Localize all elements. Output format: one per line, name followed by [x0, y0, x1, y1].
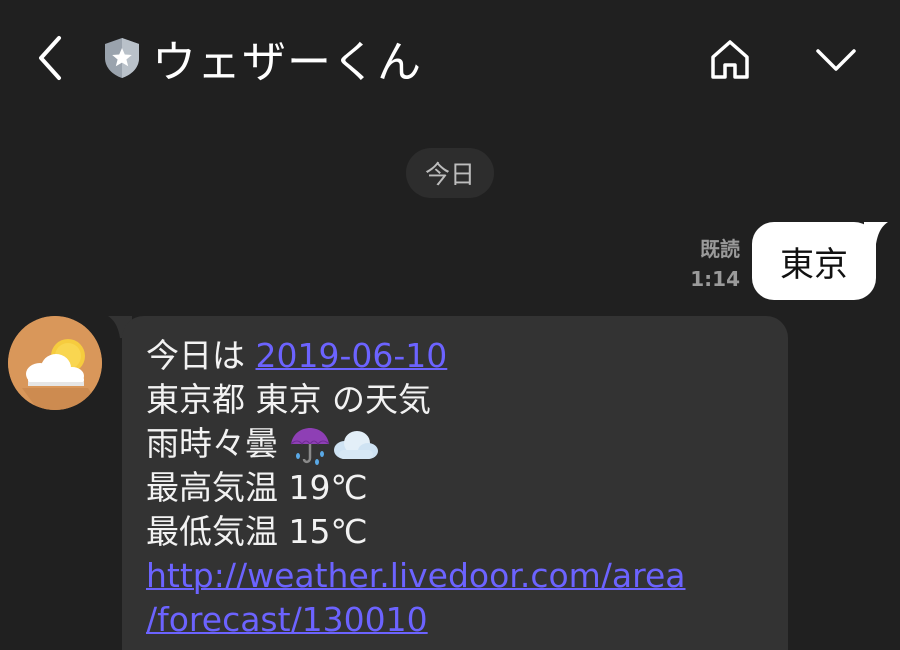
- home-icon: [711, 40, 749, 79]
- message-line-min-temp: 最低気温 15℃: [146, 512, 368, 551]
- chevron-down-icon: [816, 49, 856, 71]
- shield-star-icon: [105, 38, 139, 78]
- chat-title-area[interactable]: ウェザーくん: [102, 28, 422, 88]
- message-meta: 既読 1:14: [680, 234, 740, 294]
- date-separator: 今日: [406, 148, 494, 198]
- expand-menu-button[interactable]: [806, 32, 866, 88]
- outgoing-message-bubble[interactable]: 東京: [752, 222, 876, 300]
- chat-header: ウェザーくん: [0, 0, 900, 120]
- chat-screen: ウェザーくん 今日 既読 1:14 東京 今日は 2019-06-10 東京都 …: [0, 0, 900, 650]
- outgoing-message-text: 東京: [780, 244, 848, 285]
- back-arrow-icon: [39, 36, 61, 80]
- read-status: 既読: [700, 237, 740, 261]
- chat-title: ウェザーくん: [152, 37, 422, 88]
- sun-cloud-icon: [8, 316, 102, 410]
- date-link[interactable]: 2019-06-10: [256, 336, 448, 375]
- date-prefix: 今日は: [146, 336, 256, 375]
- message-line-weather: 雨時々曇: [146, 422, 766, 466]
- incoming-message-text: 今日は 2019-06-10 東京都 東京 の天気 雨時々曇 最高気温 19℃ …: [146, 334, 766, 642]
- message-line-url-2: /forecast/130010: [146, 598, 766, 642]
- message-line-location: 東京都 東京 の天気: [146, 380, 431, 419]
- message-line-max-temp: 最高気温 19℃: [146, 468, 368, 507]
- message-time: 1:14: [690, 267, 740, 291]
- bot-avatar[interactable]: [8, 316, 102, 410]
- weather-text: 雨時々曇: [146, 424, 289, 463]
- cloud-icon: [333, 430, 378, 459]
- back-button[interactable]: [28, 30, 72, 86]
- umbrella-icon: [290, 427, 329, 465]
- home-button[interactable]: [702, 32, 758, 88]
- message-line-date: 今日は 2019-06-10: [146, 334, 766, 378]
- forecast-link-part1[interactable]: http://weather.livedoor.com/area: [146, 556, 686, 595]
- forecast-link-part2[interactable]: /forecast/130010: [146, 600, 428, 639]
- message-line-url-1: http://weather.livedoor.com/area: [146, 554, 766, 598]
